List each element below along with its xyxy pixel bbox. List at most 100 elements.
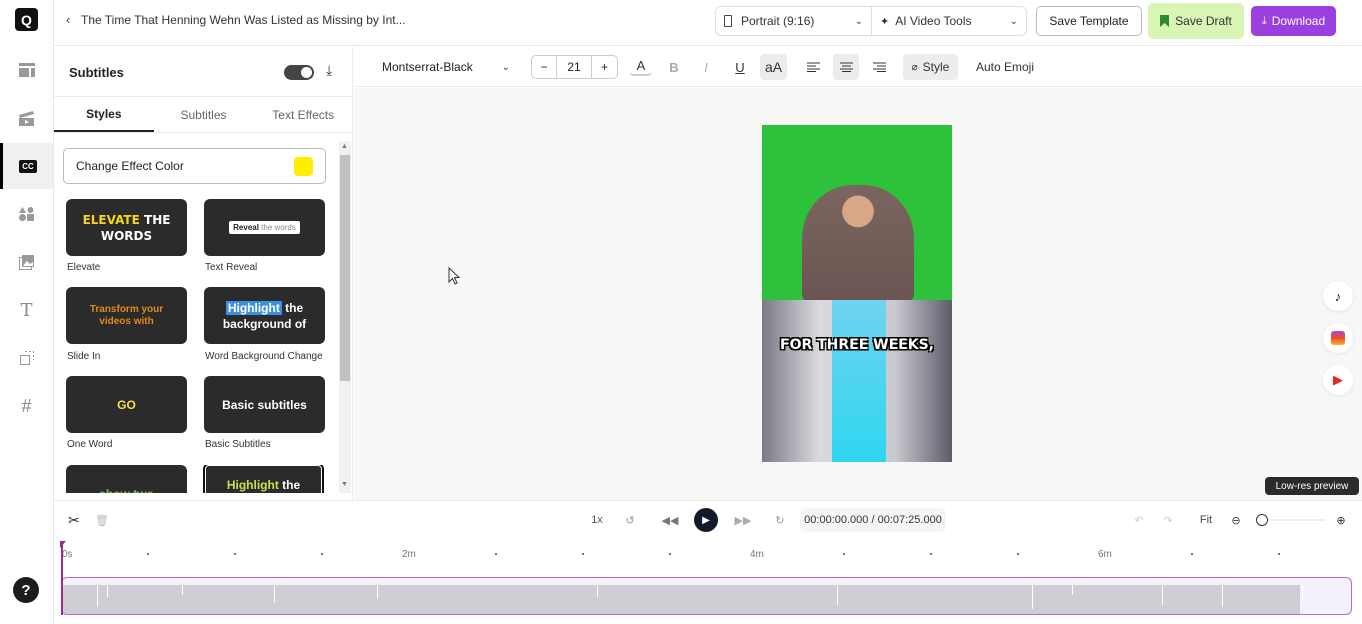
- tab-text-effects[interactable]: Text Effects: [253, 97, 353, 132]
- tab-subtitles[interactable]: Subtitles: [154, 97, 254, 132]
- image-icon: [18, 255, 34, 270]
- split-button[interactable]: ✂: [66, 511, 82, 529]
- instagram-reels-icon: [1331, 331, 1345, 345]
- style-label: Elevate: [67, 262, 101, 273]
- subtitle-caption[interactable]: FOR THREE WEEKS,: [762, 335, 952, 355]
- align-left-button[interactable]: [802, 56, 824, 78]
- bold-button[interactable]: B: [664, 56, 684, 78]
- save-draft-button[interactable]: Save Draft: [1148, 3, 1244, 39]
- panel-tabs: Styles Subtitles Text Effects: [54, 96, 353, 133]
- save-template-button[interactable]: Save Template: [1036, 6, 1142, 36]
- zoom-out-button[interactable]: ⊖: [1229, 511, 1243, 529]
- ai-tools-select[interactable]: ✦ AI Video Tools ⌄: [872, 7, 1026, 35]
- style-card-one-word[interactable]: GO: [66, 376, 187, 433]
- resize-icon: [19, 351, 34, 365]
- rewind-5-button[interactable]: ↺: [622, 511, 638, 529]
- undo-icon: ↶: [1134, 514, 1144, 527]
- align-center-button[interactable]: [833, 54, 859, 80]
- tiktok-button[interactable]: ♪: [1323, 281, 1353, 311]
- style-card-text-reveal[interactable]: Reveal the words: [204, 199, 325, 256]
- delete-button[interactable]: 🗑: [95, 511, 109, 529]
- video-preview[interactable]: FOR THREE WEEKS,: [762, 125, 952, 462]
- video-track[interactable]: [61, 577, 1352, 615]
- font-size-input[interactable]: 21: [557, 56, 592, 78]
- playhead[interactable]: [61, 541, 63, 615]
- zoom-slider[interactable]: [1263, 519, 1325, 521]
- italic-button[interactable]: I: [697, 56, 715, 78]
- youtube-shorts-button[interactable]: ▶: [1323, 365, 1353, 395]
- underline-button[interactable]: U: [730, 56, 750, 78]
- ruler-tick: [1191, 553, 1193, 555]
- rail-text[interactable]: T: [0, 287, 53, 333]
- back-button[interactable]: ‹: [66, 12, 70, 27]
- ruler-tick: [669, 553, 671, 555]
- fast-backward-icon: ◀◀: [661, 514, 679, 527]
- auto-emoji-button[interactable]: Auto Emoji: [975, 56, 1035, 78]
- time-display: 00:00:00.000 / 00:07:25.000: [800, 508, 946, 532]
- zoom-slider-handle[interactable]: [1256, 514, 1268, 526]
- case-button[interactable]: aA: [760, 54, 787, 80]
- previous-button[interactable]: ◀◀: [661, 511, 679, 529]
- change-effect-color[interactable]: Change Effect Color: [63, 148, 326, 184]
- play-button[interactable]: ▶: [694, 508, 718, 532]
- rail-templates[interactable]: [0, 47, 53, 93]
- preview-text: show two: [99, 487, 154, 493]
- preview-text: Highlight the: [227, 478, 300, 492]
- align-left-icon: [806, 62, 820, 72]
- rail-resize[interactable]: [0, 335, 53, 381]
- waveform-spike: [597, 585, 598, 597]
- ruler-label: 6m: [1098, 549, 1112, 560]
- font-size-stepper: − 21 +: [531, 55, 618, 79]
- decrease-size-button[interactable]: −: [532, 56, 557, 78]
- font-select[interactable]: Montserrat-Black ⌄: [372, 55, 520, 79]
- undo-button[interactable]: ↶: [1131, 511, 1147, 529]
- export-subtitles-icon[interactable]: ⤓: [326, 62, 332, 79]
- rail-elements[interactable]: [0, 191, 53, 237]
- effect-color-swatch[interactable]: [294, 156, 313, 176]
- style-card-elevate[interactable]: ELEVATE THE WORDS: [66, 199, 187, 256]
- zoom-in-button[interactable]: ⊕: [1334, 511, 1348, 529]
- increase-size-button[interactable]: +: [592, 56, 617, 78]
- style-button[interactable]: ⌀ Style: [903, 54, 958, 80]
- rail-subtitles[interactable]: CC: [0, 143, 53, 189]
- app-logo[interactable]: Q: [15, 8, 38, 31]
- fit-button[interactable]: Fit: [1196, 511, 1216, 529]
- aspect-select[interactable]: Portrait (9:16) ⌄: [716, 7, 872, 35]
- style-label: One Word: [67, 439, 113, 450]
- cards-clip: show two Highlight the: [54, 465, 339, 493]
- style-card-basic[interactable]: Basic subtitles: [204, 376, 325, 433]
- rail-hashtag[interactable]: #: [0, 383, 53, 429]
- align-right-button[interactable]: [868, 56, 890, 78]
- redo-button[interactable]: ↷: [1160, 511, 1176, 529]
- preview-highlight: ELEVATE: [82, 212, 140, 227]
- save-draft-label: Save Draft: [1175, 14, 1232, 28]
- low-res-badge: Low-res preview: [1265, 477, 1359, 495]
- chevron-down-icon: ⌄: [1009, 15, 1018, 27]
- scrollbar-thumb[interactable]: [340, 155, 350, 381]
- rail-media[interactable]: [0, 95, 53, 141]
- scroll-up-icon[interactable]: ▲: [341, 143, 348, 150]
- forward-5-button[interactable]: ↻: [772, 511, 788, 529]
- rail-images[interactable]: [0, 239, 53, 285]
- waveform-spike: [837, 585, 838, 605]
- download-label: Download: [1271, 14, 1326, 28]
- ruler-tick: [147, 553, 149, 555]
- help-button[interactable]: ?: [13, 577, 39, 603]
- speed-button[interactable]: 1x: [589, 511, 605, 529]
- subtitles-toggle[interactable]: [284, 65, 314, 80]
- scroll-down-icon[interactable]: ▼: [341, 481, 348, 488]
- style-card-show-two[interactable]: show two: [66, 465, 187, 493]
- ruler-tick: [1278, 553, 1280, 555]
- tab-styles[interactable]: Styles: [54, 97, 154, 132]
- text-color-button[interactable]: A: [630, 56, 652, 76]
- waveform-spike: [1072, 585, 1073, 595]
- instagram-reels-button[interactable]: [1323, 323, 1353, 353]
- sparkle-icon: ✦: [880, 15, 890, 28]
- project-title[interactable]: The Time That Henning Wehn Was Listed as…: [81, 13, 406, 27]
- style-card-highlight-selected[interactable]: Highlight the: [203, 465, 324, 493]
- style-card-word-background[interactable]: Highlight the background of: [204, 287, 325, 344]
- download-button[interactable]: ⤓ Download: [1251, 6, 1336, 36]
- style-card-slide-in[interactable]: Transform your videos with: [66, 287, 187, 344]
- mouse-cursor-icon: [448, 267, 460, 285]
- next-button[interactable]: ▶▶: [734, 511, 752, 529]
